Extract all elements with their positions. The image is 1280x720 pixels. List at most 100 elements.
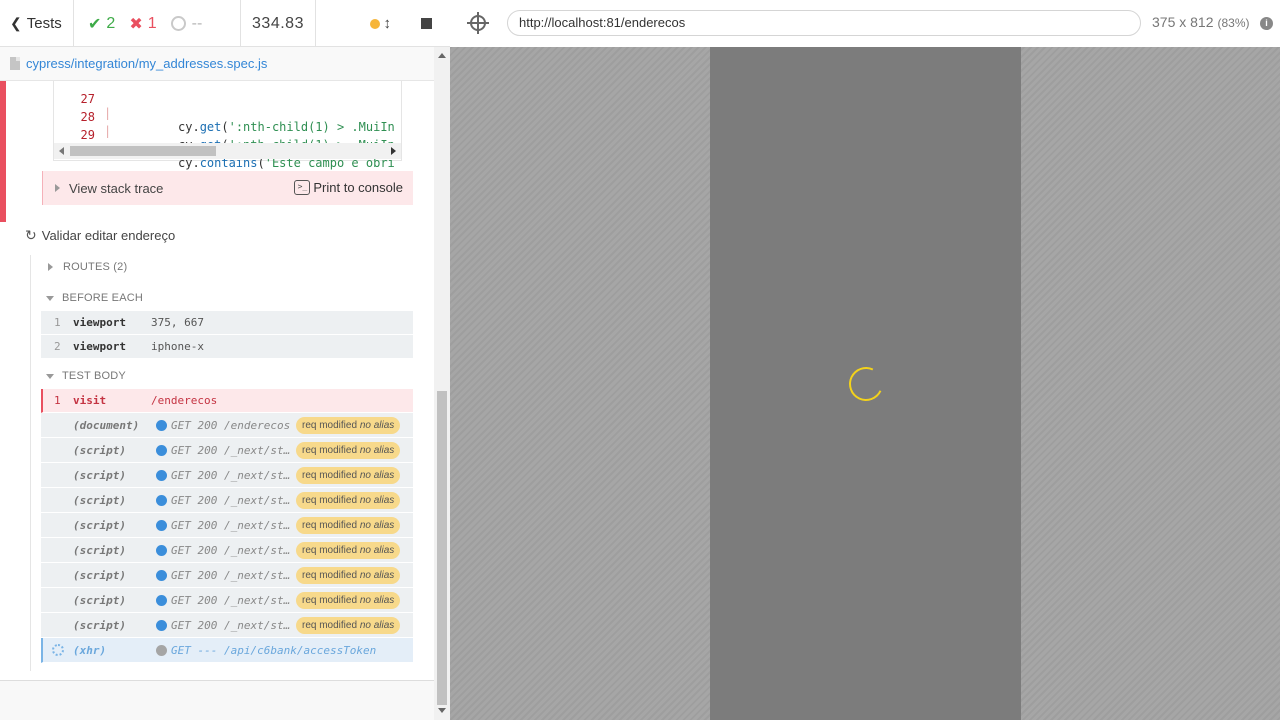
url-bar[interactable]: http://localhost:81/enderecos bbox=[507, 10, 1141, 36]
passed-value: 2 bbox=[106, 14, 116, 32]
duration-value: 334.83 bbox=[252, 14, 304, 32]
app-preview-panel: http://localhost:81/enderecos 375 x 812(… bbox=[450, 0, 1280, 720]
request-status-dot-icon bbox=[156, 545, 167, 556]
request-type: (script) bbox=[73, 469, 126, 482]
request-status-dot-icon bbox=[156, 520, 167, 531]
badge-alias: no alias bbox=[359, 470, 395, 481]
tests-label: Tests bbox=[26, 15, 62, 32]
scroll-left-icon[interactable] bbox=[59, 147, 64, 155]
request-row[interactable]: (script) GET 200 /_next/static req modif… bbox=[41, 538, 413, 563]
chevron-left-icon: ❮ bbox=[10, 15, 22, 31]
scrollbar-thumb[interactable] bbox=[70, 146, 216, 156]
info-icon[interactable]: i bbox=[1260, 17, 1273, 30]
reporter-header: ❮ Tests ✔ 2 ✖ 1 -- 334.83 ↕ bbox=[0, 0, 450, 47]
before-each-header[interactable]: BEFORE EACH bbox=[46, 292, 143, 304]
test-body-label: TEST BODY bbox=[62, 370, 126, 382]
request-row[interactable]: (script) GET 200 /_next/static req modif… bbox=[41, 563, 413, 588]
test-body-header[interactable]: TEST BODY bbox=[46, 370, 126, 382]
request-row[interactable]: (script) GET 200 /_next/static req modif… bbox=[41, 463, 413, 488]
request-message: GET --- /api/c6bank/accessToken bbox=[171, 644, 377, 657]
request-badge: req modified no alias bbox=[296, 517, 401, 534]
request-row-pending[interactable]: (xhr) GET --- /api/c6bank/accessToken bbox=[41, 638, 413, 663]
view-stack-trace-toggle[interactable]: View stack trace bbox=[69, 181, 163, 196]
request-row[interactable]: (script) GET 200 /_next/static req modif… bbox=[41, 588, 413, 613]
request-badge: req modified no alias bbox=[296, 542, 401, 559]
badge-alias: no alias bbox=[359, 545, 395, 556]
request-type: (script) bbox=[73, 444, 126, 457]
request-message: GET 200 /_next/static bbox=[171, 519, 293, 532]
request-row[interactable]: (script) GET 200 /_next/static req modif… bbox=[41, 613, 413, 638]
tests-back-button[interactable]: ❮ Tests bbox=[0, 0, 74, 47]
loading-spinner-icon bbox=[52, 644, 64, 656]
command-message: 375, 667 bbox=[151, 316, 204, 329]
request-status-dot-icon bbox=[156, 445, 167, 456]
request-badge: req modified no alias bbox=[296, 467, 401, 484]
reporter-scrollbar[interactable] bbox=[434, 47, 450, 720]
spec-path-bar: cypress/integration/my_addresses.spec.js bbox=[0, 47, 450, 81]
request-badge: req modified no alias bbox=[296, 617, 401, 634]
command-row-failed[interactable]: 1 visit /enderecos bbox=[41, 389, 413, 413]
request-message: GET 200 /_next/static bbox=[171, 544, 293, 557]
pending-count: -- bbox=[170, 15, 202, 33]
reporter-panel: ❮ Tests ✔ 2 ✖ 1 -- 334.83 ↕ cypress/inte… bbox=[0, 0, 450, 720]
badge-alias: no alias bbox=[359, 520, 395, 531]
badge-text: req modified bbox=[302, 420, 358, 431]
request-status-dot-icon bbox=[156, 570, 167, 581]
badge-text: req modified bbox=[302, 520, 358, 531]
test-stats: ✔ 2 ✖ 1 -- bbox=[74, 0, 241, 47]
stop-icon[interactable] bbox=[421, 18, 432, 29]
request-type: (script) bbox=[73, 619, 126, 632]
viewport-scale: (83%) bbox=[1217, 16, 1250, 30]
request-row[interactable]: (document) GET 200 /enderecos req modifi… bbox=[41, 413, 413, 438]
failed-indicator bbox=[0, 81, 6, 222]
x-icon: ✖ bbox=[129, 15, 143, 33]
scroll-right-icon[interactable] bbox=[391, 147, 396, 155]
command-number: 1 bbox=[54, 316, 61, 329]
selector-playground-icon[interactable] bbox=[467, 12, 489, 34]
scrollbar-thumb[interactable] bbox=[437, 391, 447, 705]
scroll-down-icon[interactable] bbox=[438, 708, 446, 713]
request-row[interactable]: (script) GET 200 /_next/static req modif… bbox=[41, 438, 413, 463]
aut-header: http://localhost:81/enderecos 375 x 812(… bbox=[450, 0, 1280, 47]
app-iframe[interactable] bbox=[710, 47, 1021, 720]
run-duration: 334.83 bbox=[241, 0, 316, 47]
badge-text: req modified bbox=[302, 595, 358, 606]
request-badge: req modified no alias bbox=[296, 567, 401, 584]
badge-text: req modified bbox=[302, 620, 358, 631]
check-icon: ✔ bbox=[88, 15, 102, 33]
test-title-row[interactable]: ↻ Validar editar endereço bbox=[25, 227, 175, 244]
aut-stage bbox=[450, 47, 1280, 720]
request-status-dot-icon bbox=[156, 495, 167, 506]
request-status-dot-icon bbox=[156, 620, 167, 631]
viewport-info: 375 x 812 (83%) bbox=[1152, 14, 1250, 30]
spec-file-link[interactable]: cypress/integration/my_addresses.spec.js bbox=[26, 56, 267, 71]
command-name: visit bbox=[73, 394, 107, 407]
request-status-dot-icon bbox=[156, 595, 167, 606]
request-type: (script) bbox=[73, 569, 126, 582]
request-status-dot-icon bbox=[156, 470, 167, 481]
badge-text: req modified bbox=[302, 545, 358, 556]
command-number: 1 bbox=[54, 394, 61, 407]
request-row[interactable]: (script) GET 200 /_next/static req modif… bbox=[41, 488, 413, 513]
badge-text: req modified bbox=[302, 570, 358, 581]
passed-count: ✔ 2 bbox=[88, 14, 115, 34]
code-line: 28 | cy.get(':nth-child(1) > .MuiIn bbox=[54, 96, 403, 152]
code-horizontal-scrollbar[interactable] bbox=[54, 143, 401, 159]
badge-alias: no alias bbox=[359, 420, 395, 431]
auto-scroll-toggle[interactable]: ↕ bbox=[369, 15, 391, 32]
collapse-triangle-icon bbox=[46, 295, 54, 301]
code-line: 27 | cy.get(':nth-child(1) > .MuiIn bbox=[54, 81, 403, 134]
run-controls: ↕ bbox=[316, 0, 450, 47]
command-row[interactable]: 2 viewport iphone-x bbox=[41, 335, 413, 359]
scroll-up-icon[interactable] bbox=[438, 53, 446, 58]
viewport-size: 375 x 812 bbox=[1152, 14, 1214, 30]
command-log[interactable]: 27 | cy.get(':nth-child(1) > .MuiIn 28 |… bbox=[0, 81, 434, 680]
command-row[interactable]: 1 viewport 375, 667 bbox=[41, 311, 413, 335]
stack-trace-row: View stack trace >_ Print to console bbox=[42, 171, 413, 205]
pending-circle-icon bbox=[170, 16, 186, 31]
routes-section-header[interactable]: ROUTES (2) bbox=[46, 261, 127, 273]
request-type: (script) bbox=[73, 494, 126, 507]
request-row[interactable]: (script) GET 200 /_next/static req modif… bbox=[41, 513, 413, 538]
badge-alias: no alias bbox=[359, 570, 395, 581]
print-to-console-button[interactable]: >_ Print to console bbox=[294, 180, 403, 195]
